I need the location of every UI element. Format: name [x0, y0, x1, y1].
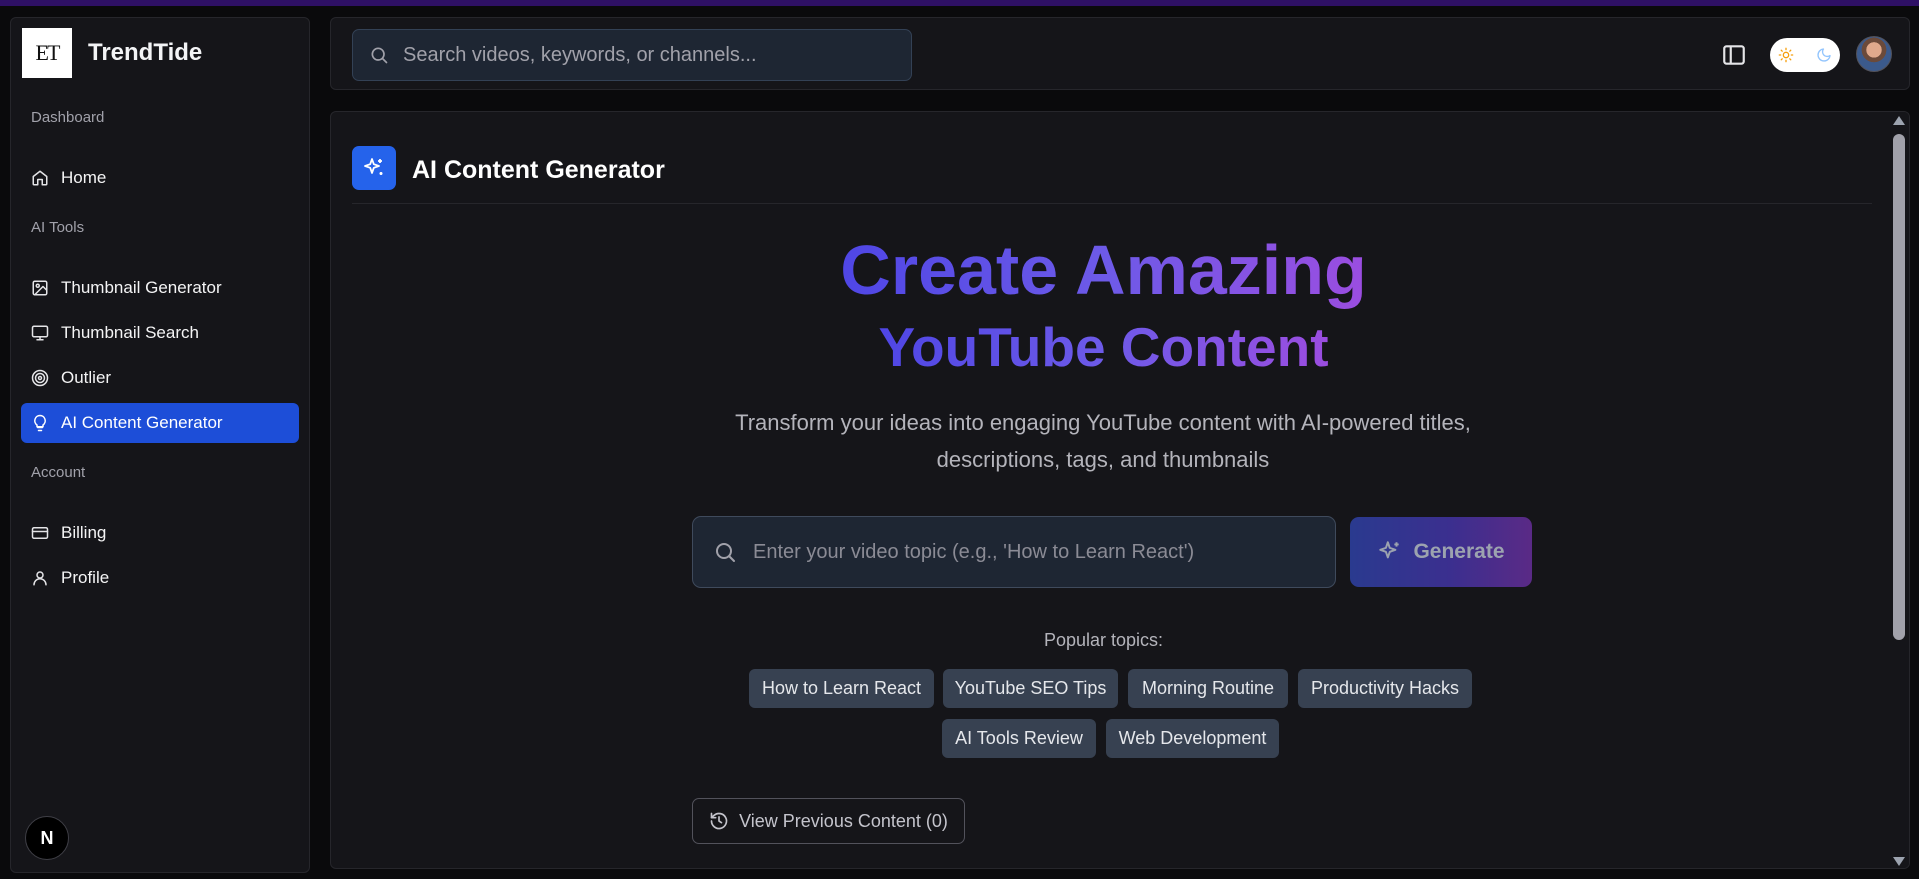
toggle-sidebar-button[interactable] [1721, 42, 1747, 68]
topic-chip[interactable]: YouTube SEO Tips [943, 669, 1118, 708]
topic-input[interactable] [753, 540, 1335, 564]
popular-topics-label: Popular topics: [1043, 630, 1164, 650]
hero-description: Transform your ideas into engaging YouTu… [735, 410, 1471, 472]
scrollbar[interactable] [1889, 112, 1909, 868]
lightbulb-icon [34, 414, 46, 432]
sidebar-item-ai-content-generator[interactable]: AI Content Generator [21, 403, 299, 443]
hero-heading: Create Amazing [331, 230, 1876, 310]
view-previous-content-button[interactable]: View Previous Content (0) [692, 798, 965, 844]
topic-chip[interactable]: Morning Routine [1128, 669, 1288, 708]
sidebar-item-outlier[interactable]: Outlier [21, 358, 299, 398]
sparkles-icon [1379, 541, 1400, 559]
search-input[interactable] [403, 43, 911, 67]
section-label-account: Account [31, 464, 86, 481]
theme-toggle[interactable] [1770, 38, 1840, 72]
sidebar-item-thumbnail-search[interactable]: Thumbnail Search [21, 313, 299, 353]
sidebar-item-home[interactable]: Home [21, 158, 299, 198]
search-icon [716, 543, 735, 562]
sidebar-item-billing[interactable]: Billing [21, 513, 299, 553]
scroll-up-arrow-icon[interactable] [1893, 116, 1905, 125]
hero-line-2: YouTube Content [878, 316, 1329, 378]
image-icon [32, 280, 48, 296]
hero-line-1: Create Amazing [840, 231, 1367, 309]
main-panel: AI Content Generator Create Amazing YouT… [330, 111, 1910, 869]
nextjs-badge[interactable]: N [25, 816, 69, 860]
sun-icon [1778, 47, 1794, 63]
sidebar-panel-icon [1723, 45, 1745, 65]
generate-button[interactable]: Generate [1350, 517, 1532, 587]
sidebar-item-label: Billing [61, 523, 107, 542]
page-title: AI Content Generator [412, 156, 665, 184]
sidebar-item-label: Thumbnail Search [61, 323, 199, 342]
monitor-icon [31, 325, 49, 341]
hero-subheading: YouTube Content [331, 315, 1876, 379]
sidebar-item-label: Outlier [61, 368, 112, 387]
brand-name: TrendTide [88, 39, 203, 66]
section-label-ai-tools: AI Tools [31, 219, 85, 236]
search-bar[interactable] [352, 29, 912, 81]
topic-chip[interactable]: Web Development [1106, 719, 1279, 758]
sparkles-icon [352, 146, 396, 190]
search-icon [371, 47, 388, 64]
scrollbar-thumb[interactable] [1893, 134, 1905, 640]
sidebar-item-label: AI Content Generator [61, 413, 223, 432]
topic-chip[interactable]: AI Tools Review [942, 719, 1096, 758]
sidebar-item-label: Home [61, 168, 107, 187]
generate-label: Generate [1413, 540, 1505, 563]
topic-chip[interactable]: Productivity Hacks [1298, 669, 1472, 708]
sidebar: ET TrendTide Dashboard Home AI Tools Thu… [10, 17, 310, 873]
user-icon [33, 571, 47, 586]
topic-chip[interactable]: How to Learn React [749, 669, 934, 708]
top-accent-bar [0, 0, 1919, 6]
brand[interactable]: ET TrendTide [22, 28, 202, 78]
sidebar-item-label: Profile [61, 568, 110, 587]
home-icon [32, 170, 48, 186]
target-icon [31, 369, 49, 387]
history-icon [710, 812, 728, 830]
page-header: AI Content Generator [352, 146, 1872, 204]
brand-logo: ET [22, 28, 72, 78]
sidebar-item-thumbnail-generator[interactable]: Thumbnail Generator [21, 268, 299, 308]
user-avatar[interactable] [1856, 36, 1892, 72]
topic-input-field[interactable] [692, 516, 1336, 588]
top-bar [330, 17, 1910, 90]
moon-icon [1817, 48, 1831, 62]
scroll-down-arrow-icon[interactable] [1893, 857, 1905, 866]
history-label: View Previous Content (0) [739, 810, 948, 831]
sidebar-item-profile[interactable]: Profile [21, 558, 299, 598]
credit-card-icon [31, 527, 49, 539]
section-label-dashboard: Dashboard [31, 109, 105, 126]
sidebar-item-label: Thumbnail Generator [61, 278, 222, 297]
